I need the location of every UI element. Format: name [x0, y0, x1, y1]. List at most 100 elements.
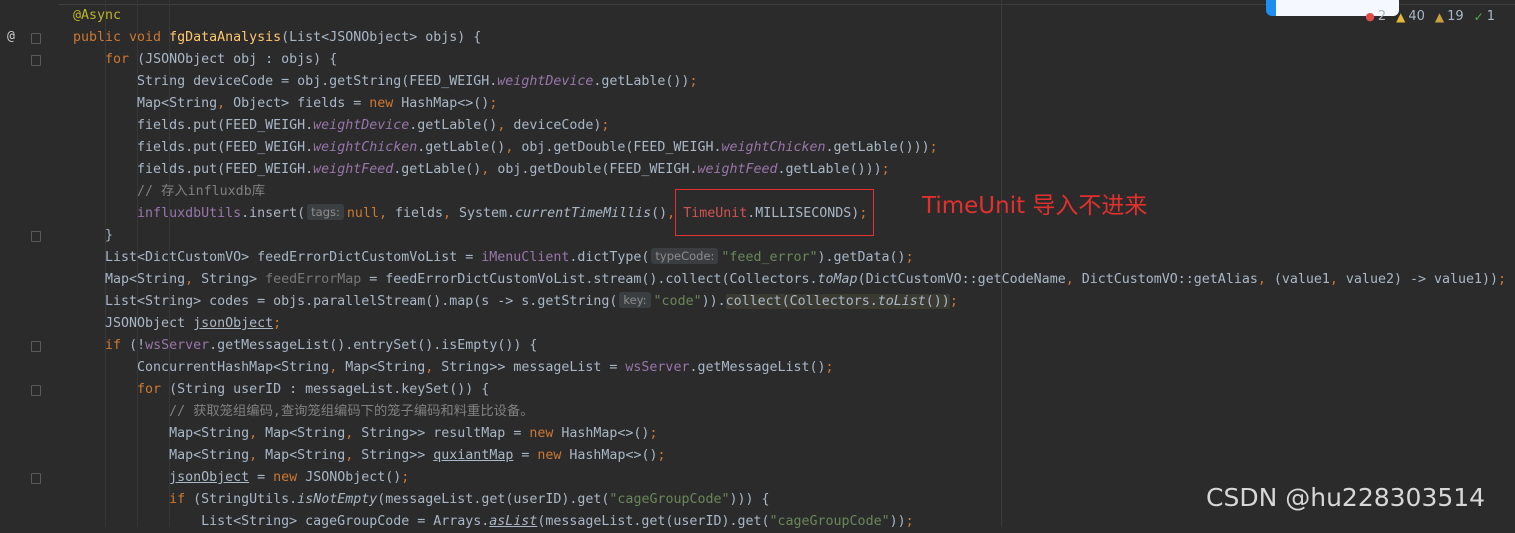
code-token: =	[249, 470, 274, 485]
code-token: new	[369, 96, 402, 111]
code-token: if	[105, 338, 130, 353]
code-line[interactable]: public void fgDataAnalysis(List<JSONObje…	[73, 27, 481, 49]
code-token: DictCustomVO::getAlias	[1081, 272, 1258, 287]
code-line[interactable]: List<String> codes = objs.parallelStream…	[73, 291, 958, 313]
code-token: JSONObject	[73, 316, 194, 331]
code-line[interactable]: Map<String, Object> fields = new HashMap…	[73, 93, 497, 115]
code-line[interactable]: Map<String, Map<String, String>> quxiant…	[73, 445, 665, 467]
code-line[interactable]: fields.put(FEED_WEIGH.weightFeed.getLabl…	[73, 159, 890, 181]
code-token: .getMessageList()	[689, 360, 826, 375]
code-token: ;	[649, 426, 658, 441]
code-line[interactable]: // 获取笼组编码,查询笼组编码下的笼子编码和料重比设备。	[73, 401, 533, 423]
code-token: weightFeed	[313, 162, 394, 177]
code-token: ;	[905, 250, 914, 265]
code-token: new	[537, 448, 570, 463]
code-token: if	[169, 492, 194, 507]
code-token: .dictType(	[569, 250, 650, 265]
code-token: ,	[329, 360, 346, 375]
code-token: .getLable()	[393, 162, 482, 177]
code-token: HashMap<>()	[561, 426, 650, 441]
watermark: CSDN @hu228303514	[1206, 483, 1486, 512]
fold-toggle-icon[interactable]	[31, 341, 41, 352]
fold-toggle-icon[interactable]	[31, 473, 41, 484]
code-token: ,	[249, 448, 266, 463]
code-token: (String userID : messageList.keySet()) {	[169, 382, 490, 397]
code-token: .insert(	[241, 206, 306, 221]
code-token: iMenuClient	[481, 250, 570, 265]
code-token: (JSONObject obj : objs) {	[137, 52, 338, 67]
code-token: ,	[481, 162, 498, 177]
code-line[interactable]: if (!wsServer.getMessageList().entrySet(…	[73, 335, 537, 357]
error-icon: ●	[1365, 10, 1375, 23]
code-line[interactable]: if (StringUtils.isNotEmpty(messageList.g…	[73, 489, 769, 511]
code-line[interactable]: jsonObject = new JSONObject();	[73, 467, 409, 489]
code-token: ;	[689, 74, 698, 89]
code-token: for	[137, 382, 170, 397]
code-token: isNotEmpty	[297, 492, 378, 507]
warning-count[interactable]: ▲ 40	[1396, 9, 1425, 24]
code-line[interactable]: List<DictCustomVO> feedErrorDictCustomVo…	[73, 247, 914, 269]
code-line[interactable]: Map<String, Map<String, String>> resultM…	[73, 423, 657, 445]
code-line[interactable]: // 存入influxdb库	[73, 181, 265, 203]
annotation-text: TimeUnit 导入不进来	[922, 193, 1148, 219]
fold-toggle-icon[interactable]	[31, 55, 41, 66]
code-line[interactable]: String deviceCode = obj.getString(FEED_W…	[73, 71, 697, 93]
code-token: weightChicken	[313, 140, 418, 155]
code-token: fields.put(FEED_WEIGH.	[73, 162, 314, 177]
code-token: ;	[1498, 272, 1507, 287]
code-token: Map<String	[73, 426, 250, 441]
code-token: ()	[651, 206, 668, 221]
code-token: feedErrorMap	[265, 272, 362, 287]
code-token: public void	[73, 30, 170, 45]
code-token: ,	[1329, 272, 1346, 287]
code-token: null	[346, 206, 379, 221]
highlight-box	[675, 189, 874, 236]
override-marker-icon[interactable]: @	[7, 29, 15, 44]
editor-gutter[interactable]: @	[0, 0, 58, 527]
code-line[interactable]: fields.put(FEED_WEIGH.weightChicken.getL…	[73, 137, 938, 159]
code-token: String>	[201, 272, 266, 287]
code-line[interactable]: for (String userID : messageList.keySet(…	[73, 379, 489, 401]
weak-warning-icon: ▲	[1434, 9, 1445, 24]
code-token: influxdbUtils	[137, 206, 242, 221]
code-token: deviceCode)	[513, 118, 602, 133]
code-token: wsServer	[625, 360, 690, 375]
code-line[interactable]: @Async	[73, 5, 121, 27]
code-token: Map<String	[73, 96, 218, 111]
code-token: obj.getDouble(FEED_WEIGH.	[497, 162, 698, 177]
code-token: .getLable()	[409, 118, 498, 133]
code-token: ;	[949, 294, 958, 309]
warning-icon: ▲	[1396, 9, 1406, 24]
code-token: weightChicken	[721, 140, 826, 155]
code-token: ,	[185, 272, 202, 287]
weak-warning-count[interactable]: ▲ 19	[1435, 9, 1464, 24]
code-token: Map<String	[73, 272, 186, 287]
code-token: // 存入influxdb库	[73, 184, 265, 199]
code-token: =	[513, 448, 538, 463]
code-line[interactable]: Map<String, String> feedErrorMap = feedE…	[73, 269, 1506, 291]
code-token: jsonObject	[193, 316, 274, 331]
fold-toggle-icon[interactable]	[31, 33, 41, 44]
code-token: Map<String	[345, 360, 426, 375]
code-line[interactable]: fields.put(FEED_WEIGH.weightDevice.getLa…	[73, 115, 609, 137]
code-token: System.	[459, 206, 516, 221]
fold-toggle-icon[interactable]	[31, 385, 41, 396]
error-count[interactable]: ● 2	[1365, 9, 1386, 24]
code-token: jsonObject	[169, 470, 250, 485]
code-token: ;	[929, 140, 938, 155]
code-token: ,	[497, 118, 514, 133]
code-line[interactable]: for (JSONObject obj : objs) {	[73, 49, 337, 71]
code-line[interactable]: }	[73, 225, 113, 247]
code-token: .getLable()))	[825, 140, 930, 155]
fold-toggle-icon[interactable]	[31, 231, 41, 242]
inspection-widget[interactable]: ● 2 ▲ 40 ▲ 19 ✓ 1	[1365, 9, 1495, 24]
code-line[interactable]: List<String> cageGroupCode = Arrays.asLi…	[73, 511, 914, 533]
right-margin-guide	[1001, 0, 1002, 527]
code-editor[interactable]: @ @Async public void fgDataAnalysis(List<…	[0, 0, 1515, 529]
ok-count[interactable]: ✓ 1	[1474, 9, 1495, 24]
code-token: ;	[881, 162, 890, 177]
code-line[interactable]: JSONObject jsonObject;	[73, 313, 281, 335]
code-line[interactable]: ConcurrentHashMap<String, Map<String, St…	[73, 357, 834, 379]
